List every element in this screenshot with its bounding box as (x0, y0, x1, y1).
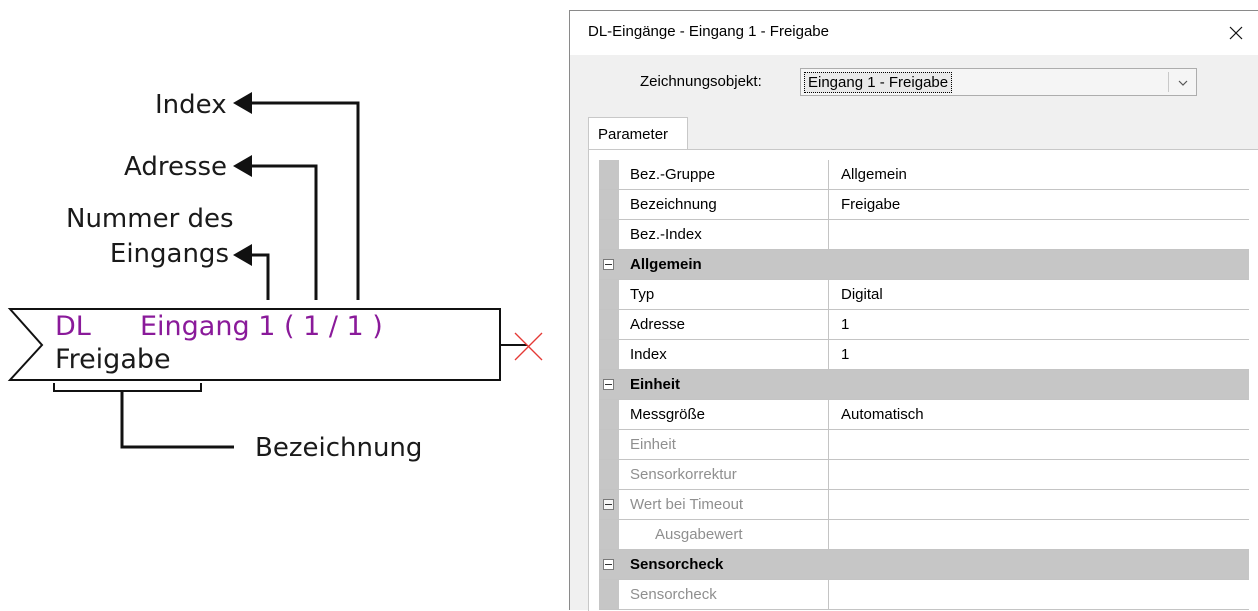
title-bar: DL-Eingänge - Eingang 1 - Freigabe (570, 11, 1258, 55)
property-name: Typ (619, 280, 829, 309)
property-name: Adresse (619, 310, 829, 339)
block-input: Eingang 1 ( 1 / 1 ) (140, 311, 383, 342)
property-value[interactable]: Digital (829, 280, 1249, 309)
collapse-icon[interactable] (603, 499, 614, 510)
property-row-bez-index[interactable]: Bez.-Index (599, 220, 1249, 250)
adresse-label: Adresse (124, 152, 228, 182)
property-value (829, 490, 1249, 519)
adresse-arrow (233, 155, 252, 177)
bezeichnung-bracket (53, 383, 202, 392)
property-name: Einheit (619, 430, 829, 459)
dialog-title: DL-Eingänge - Eingang 1 - Freigabe (588, 23, 829, 40)
property-name: Messgröße (619, 400, 829, 429)
property-name: Bez.-Gruppe (619, 160, 829, 189)
object-dropdown[interactable]: Eingang 1 - Freigabe (800, 68, 1197, 96)
block-diagram: Index Adresse Nummer des Eingangs Bezeic… (0, 0, 560, 610)
dropdown-separator (1168, 72, 1169, 92)
bezeichnung-label: Bezeichnung (255, 433, 423, 463)
category-label: Allgemein (630, 256, 702, 273)
property-row-einheit: Einheit (599, 430, 1249, 460)
category-label: Sensorcheck (630, 556, 724, 573)
block-name: Freigabe (55, 344, 171, 375)
nummer-arrow (233, 244, 252, 266)
property-row-messgroesse[interactable]: Messgröße Automatisch (599, 400, 1249, 430)
nummer-label-line1: Nummer des (66, 204, 234, 234)
property-value[interactable]: 1 (829, 340, 1249, 369)
category-label: Einheit (630, 376, 681, 393)
property-row-bezeichnung[interactable]: Bezeichnung Freigabe (599, 190, 1249, 220)
property-value[interactable]: 1 (829, 310, 1249, 339)
chevron-down-icon (1178, 80, 1188, 86)
property-value (829, 580, 1249, 609)
property-value[interactable] (829, 220, 1249, 249)
tab-parameter[interactable]: Parameter (588, 117, 688, 150)
property-row-sensorcheck: Sensorcheck (599, 580, 1249, 610)
properties-dialog: DL-Eingänge - Eingang 1 - Freigabe Zeich… (569, 10, 1258, 611)
bezeichnung-callout-line (120, 391, 234, 449)
property-value[interactable]: Automatisch (829, 400, 1249, 429)
object-selector-row: Zeichnungsobjekt: Eingang 1 - Freigabe (570, 65, 1258, 99)
property-row-wert-bei-timeout: Wert bei Timeout (599, 490, 1249, 520)
index-arrow (233, 92, 252, 114)
adresse-callout-line (251, 164, 318, 300)
property-name: Bezeichnung (619, 190, 829, 219)
property-row-ausgabewert: Ausgabewert (599, 520, 1249, 550)
block-source: DL (55, 311, 91, 342)
parameter-panel: Bez.-Gruppe Allgemein Bezeichnung Freiga… (588, 149, 1258, 611)
collapse-icon[interactable] (603, 259, 614, 270)
property-value (829, 430, 1249, 459)
object-dropdown-value: Eingang 1 - Freigabe (804, 72, 953, 93)
property-name: Index (619, 340, 829, 369)
category-einheit[interactable]: Einheit (599, 370, 1249, 400)
tab-parameter-label: Parameter (598, 126, 669, 143)
nummer-callout-line (251, 253, 270, 300)
close-button[interactable] (1214, 15, 1258, 51)
property-row-typ[interactable]: Typ Digital (599, 280, 1249, 310)
property-name: Sensorcheck (619, 580, 829, 609)
collapse-icon[interactable] (603, 379, 614, 390)
property-row-bez-gruppe[interactable]: Bez.-Gruppe Allgemein (599, 160, 1249, 190)
category-allgemein[interactable]: Allgemein (599, 250, 1249, 280)
property-row-adresse[interactable]: Adresse 1 (599, 310, 1249, 340)
property-value (829, 520, 1249, 549)
close-icon (1229, 26, 1243, 40)
object-label: Zeichnungsobjekt: (640, 73, 762, 90)
nummer-label-line2: Eingangs (109, 239, 229, 269)
property-name: Ausgabewert (619, 520, 829, 549)
property-name: Sensorkorrektur (619, 460, 829, 489)
property-value (829, 460, 1249, 489)
property-name: Wert bei Timeout (619, 490, 829, 519)
index-label: Index (155, 90, 227, 120)
property-grid: Bez.-Gruppe Allgemein Bezeichnung Freiga… (599, 160, 1249, 610)
diagram-lines (7, 92, 543, 449)
property-name: Bez.-Index (619, 220, 829, 249)
category-sensorcheck[interactable]: Sensorcheck (599, 550, 1249, 580)
property-row-index[interactable]: Index 1 (599, 340, 1249, 370)
property-row-sensorkorrektur: Sensorkorrektur (599, 460, 1249, 490)
property-value[interactable]: Freigabe (829, 190, 1249, 219)
collapse-icon[interactable] (603, 559, 614, 570)
property-value[interactable]: Allgemein (829, 160, 1249, 189)
